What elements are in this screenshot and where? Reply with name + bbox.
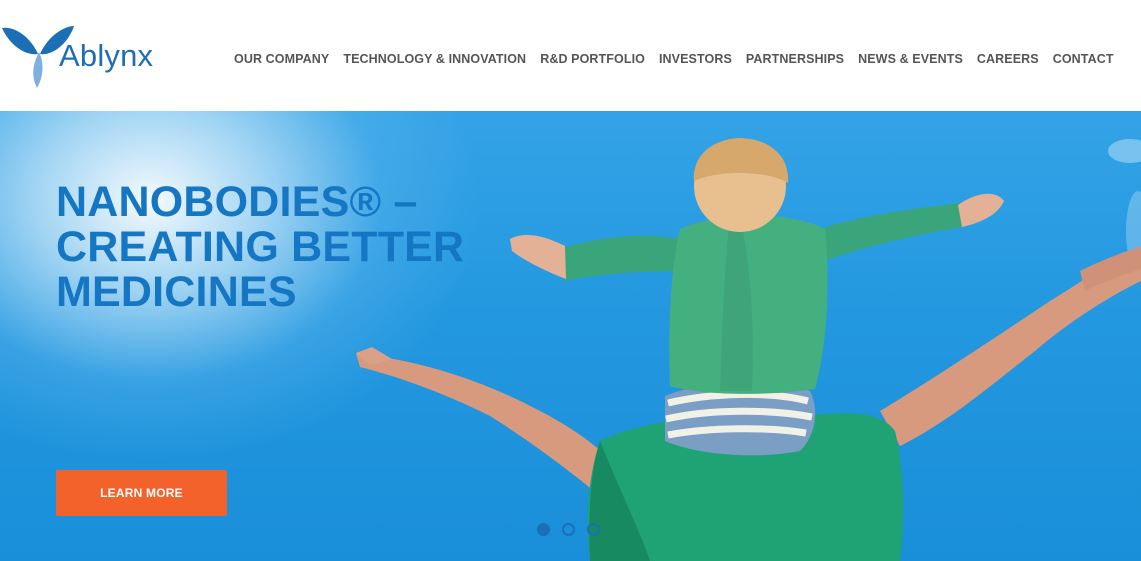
ablynx-logo[interactable]: Ablynx bbox=[0, 18, 175, 90]
hero-headline: NANOBODIES® – CREATING BETTER MEDICINES bbox=[56, 180, 516, 315]
nav-item-news-events[interactable]: NEWS & EVENTS bbox=[858, 52, 963, 66]
hero-headline-line-2: CREATING BETTER bbox=[56, 223, 465, 271]
nav-item-our-company[interactable]: OUR COMPANY bbox=[234, 52, 329, 66]
main-nav: OUR COMPANY TECHNOLOGY & INNOVATION R&D … bbox=[234, 52, 1114, 66]
carousel-dots bbox=[537, 523, 612, 536]
carousel-dot-3[interactable] bbox=[587, 523, 600, 536]
hero-carousel: NANOBODIES® – CREATING BETTER MEDICINES … bbox=[0, 111, 1141, 561]
carousel-dot-1[interactable] bbox=[537, 523, 550, 536]
nav-item-technology-innovation[interactable]: TECHNOLOGY & INNOVATION bbox=[343, 52, 526, 66]
ablynx-logo-text: Ablynx bbox=[59, 38, 154, 73]
site-header: Ablynx OUR COMPANY TECHNOLOGY & INNOVATI… bbox=[0, 0, 1141, 111]
hero-headline-line-1: NANOBODIES® – bbox=[56, 178, 418, 226]
nav-item-partnerships[interactable]: PARTNERSHIPS bbox=[746, 52, 844, 66]
nav-item-rd-portfolio[interactable]: R&D PORTFOLIO bbox=[540, 52, 645, 66]
hero-headline-line-3: MEDICINES bbox=[56, 268, 297, 316]
nav-item-careers[interactable]: CAREERS bbox=[977, 52, 1039, 66]
carousel-dot-2[interactable] bbox=[562, 523, 575, 536]
nav-item-investors[interactable]: INVESTORS bbox=[659, 52, 732, 66]
nav-item-contact[interactable]: CONTACT bbox=[1053, 52, 1114, 66]
learn-more-button[interactable]: LEARN MORE bbox=[56, 470, 227, 516]
